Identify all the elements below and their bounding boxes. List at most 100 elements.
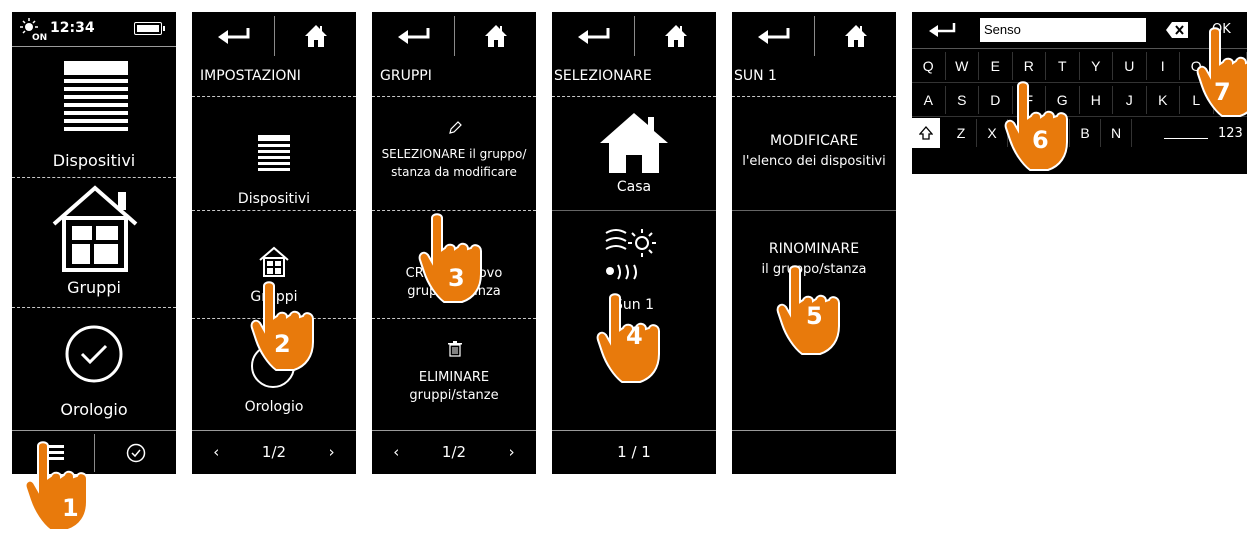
key-u[interactable]: U (1113, 52, 1147, 80)
backspace-button[interactable] (1164, 18, 1190, 42)
pointer-hand-1: 1 (24, 440, 104, 536)
delete-line2: gruppi/stanze (372, 387, 536, 405)
home-icon (844, 24, 868, 48)
key-z[interactable]: Z (946, 119, 977, 147)
key-j[interactable]: J (1113, 86, 1147, 114)
groups-label: Gruppi (12, 278, 176, 297)
back-button[interactable] (732, 12, 814, 60)
next-page-icon[interactable]: › (329, 443, 335, 461)
home-icon (484, 24, 508, 48)
hand-icon (250, 280, 330, 376)
step-number-visible: 3 (448, 264, 465, 292)
modify-devices-option[interactable]: MODIFICARE l'elenco dei dispositivi (732, 97, 896, 207)
key-y[interactable]: Y (1080, 52, 1114, 80)
pager: ‹ 1/2 › (372, 430, 536, 474)
key-q[interactable]: Q (912, 52, 946, 80)
trash-icon (448, 341, 462, 357)
back-button[interactable] (372, 12, 454, 60)
page-indicator: 1/2 (262, 443, 286, 461)
home-icon (664, 24, 688, 48)
back-button[interactable] (552, 12, 634, 60)
pointer-hand-7: 7 (1196, 26, 1247, 122)
group-item-casa[interactable]: Casa (552, 97, 716, 207)
svg-text:ON: ON (32, 33, 47, 42)
home-button[interactable] (275, 12, 356, 60)
home-button[interactable] (635, 12, 716, 60)
battery-icon (134, 22, 162, 35)
casa-label: Casa (552, 179, 716, 195)
delete-group-option[interactable]: ELIMINARE gruppi/stanze (372, 319, 536, 429)
back-arrow-icon (396, 28, 430, 44)
sun-on-icon: ON (18, 18, 48, 42)
pencil-icon (448, 121, 462, 135)
hand-icon (1196, 26, 1247, 122)
screen-sun1: SUN 1 MODIFICARE l'elenco dei dispositiv… (732, 12, 896, 474)
shift-icon (919, 126, 933, 140)
home-button[interactable] (815, 12, 896, 60)
key-h[interactable]: H (1080, 86, 1114, 114)
divider (732, 430, 896, 431)
back-button[interactable] (192, 12, 274, 60)
back-arrow-icon (928, 23, 956, 37)
page-indicator: 1 / 1 (617, 443, 651, 461)
key-a[interactable]: A (912, 86, 946, 114)
modify-line1: MODIFICARE (732, 133, 896, 149)
devices-label: Dispositivi (192, 191, 356, 207)
devices-label: Dispositivi (12, 151, 176, 170)
select-line2: stanza da modificare (372, 163, 536, 181)
pointer-hand-2: 2 (250, 280, 330, 376)
select-group-option[interactable]: SELEZIONARE il gruppo/ stanza da modific… (372, 97, 536, 207)
pager: 1 / 1 (552, 430, 716, 474)
key-n[interactable]: N (1101, 119, 1132, 147)
key-i[interactable]: I (1147, 52, 1181, 80)
page-title: SELEZIONARE (554, 68, 652, 84)
next-page-icon[interactable]: › (509, 443, 515, 461)
pointer-hand-3: 3 3 (418, 212, 498, 308)
shift-key[interactable] (912, 118, 940, 148)
key-k[interactable]: K (1147, 86, 1181, 114)
key-s[interactable]: S (946, 86, 980, 114)
page-indicator: 1/2 (442, 443, 466, 461)
screen-home: ON 12:34 Dispositivi (12, 12, 176, 474)
back-button[interactable] (912, 12, 972, 48)
step-number: 6 (1032, 126, 1049, 154)
numbers-key[interactable]: 123 (1218, 126, 1243, 141)
menu-item-groups[interactable]: Gruppi (12, 178, 176, 298)
back-arrow-icon (216, 28, 250, 44)
home-icon (304, 24, 328, 48)
step-number: 1 (62, 494, 79, 522)
key-t[interactable]: T (1046, 52, 1080, 80)
menu-item-devices[interactable]: Dispositivi (12, 47, 176, 177)
name-input[interactable]: Senso (980, 18, 1146, 42)
blinds-icon (64, 61, 128, 137)
pager: ‹ 1/2 › (192, 430, 356, 474)
backspace-icon (1166, 22, 1188, 38)
rename-line1: RINOMINARE (732, 241, 896, 257)
select-line1: SELEZIONARE il gruppo/ (372, 145, 536, 163)
back-arrow-icon (756, 28, 790, 44)
clock-label: Orologio (192, 399, 356, 415)
space-key[interactable] (1164, 138, 1208, 139)
step-number: 4 (626, 322, 643, 350)
page-title: SUN 1 (734, 68, 777, 84)
page-title: IMPOSTAZIONI (200, 68, 301, 84)
modify-line2: l'elenco dei dispositivi (732, 153, 896, 171)
back-arrow-icon (576, 28, 610, 44)
menu-item-clock[interactable]: Orologio (12, 308, 176, 428)
prev-page-icon[interactable]: ‹ (393, 443, 399, 461)
pointer-hand-4: 4 (596, 292, 676, 388)
clock-time: 12:34 (50, 20, 95, 36)
step-number: 5 (806, 302, 823, 330)
home-button[interactable] (455, 12, 536, 60)
house-rooms-icon (50, 182, 140, 272)
menu-item-devices[interactable]: Dispositivi (192, 97, 356, 207)
step-number: 7 (1214, 78, 1231, 106)
key-w[interactable]: W (946, 52, 980, 80)
key-e[interactable]: E (979, 52, 1013, 80)
screen-select: SELEZIONARE Casa Sun 1 1 / 1 (552, 12, 716, 474)
screen-settings: IMPOSTAZIONI Dispositivi Gruppi Orologio (192, 12, 356, 474)
house-icon (600, 113, 668, 173)
prev-page-icon[interactable]: ‹ (213, 443, 219, 461)
key-r[interactable]: R (1013, 52, 1047, 80)
clock-button[interactable] (95, 431, 176, 474)
